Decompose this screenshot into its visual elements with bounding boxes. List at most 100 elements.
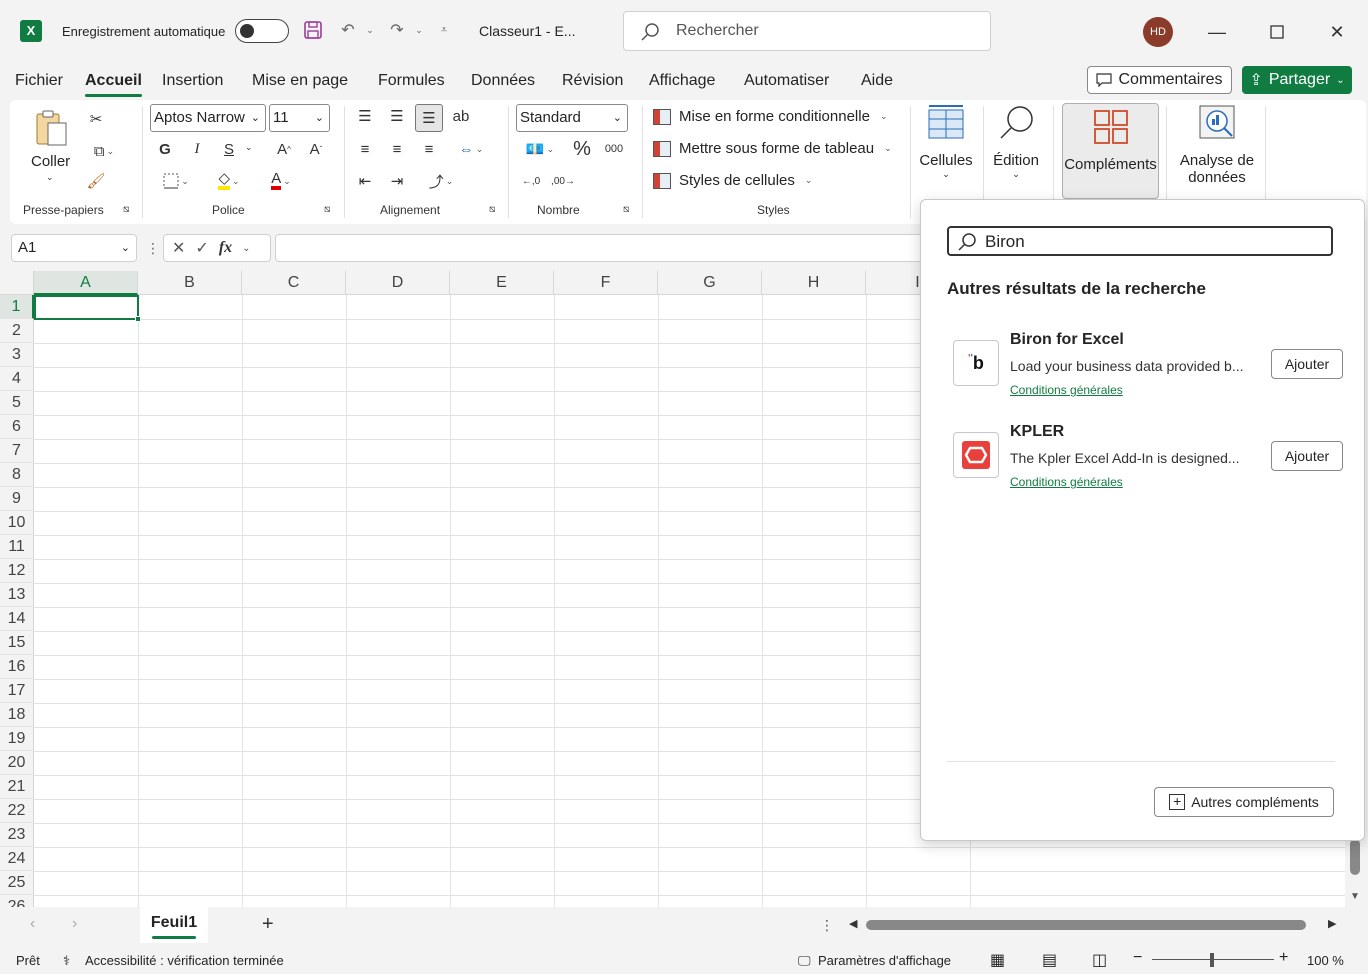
column-header-a[interactable]: A: [34, 271, 138, 295]
row-header-18[interactable]: 18: [0, 703, 34, 727]
orientation-icon[interactable]: ⤴ ⌄: [422, 170, 460, 192]
row-header-1[interactable]: 1: [0, 295, 34, 319]
currency-icon[interactable]: 💶 ⌄: [518, 138, 562, 160]
row-header-10[interactable]: 10: [0, 511, 34, 535]
column-header-b[interactable]: B: [138, 271, 242, 295]
bold-button[interactable]: G: [154, 138, 176, 160]
tab-insertion[interactable]: Insertion: [162, 72, 223, 90]
cells-button[interactable]: Cellules ⌄: [918, 104, 974, 180]
more-options-icon[interactable]: ⋮: [820, 917, 834, 934]
scroll-right-icon[interactable]: ▶: [1328, 917, 1336, 930]
row-header-9[interactable]: 9: [0, 487, 34, 511]
comments-button[interactable]: Commentaires: [1087, 66, 1232, 94]
decrease-indent-icon[interactable]: ⇤: [354, 170, 376, 192]
column-header-f[interactable]: F: [554, 271, 658, 295]
italic-button[interactable]: I: [186, 138, 208, 160]
row-header-3[interactable]: 3: [0, 343, 34, 367]
row-header-24[interactable]: 24: [0, 847, 34, 871]
add-sheet-icon[interactable]: +: [262, 913, 274, 936]
undo-dropdown-icon[interactable]: ⌄: [358, 18, 382, 42]
row-header-12[interactable]: 12: [0, 559, 34, 583]
row-header-14[interactable]: 14: [0, 607, 34, 631]
chevron-down-icon[interactable]: ⌄: [242, 243, 250, 254]
align-middle-icon[interactable]: ☰: [386, 104, 408, 128]
row-header-2[interactable]: 2: [0, 319, 34, 343]
minimize-icon[interactable]: —: [1203, 18, 1231, 46]
addin-terms-link[interactable]: Conditions générales: [1010, 383, 1123, 397]
row-header-8[interactable]: 8: [0, 463, 34, 487]
page-layout-icon[interactable]: ▤: [1042, 950, 1057, 970]
search-input[interactable]: Rechercher: [623, 11, 991, 51]
borders-icon[interactable]: ⌄: [154, 170, 198, 192]
percent-icon[interactable]: %: [570, 138, 594, 160]
sheet-tab-feuil1[interactable]: Feuil1: [140, 907, 208, 943]
row-header-4[interactable]: 4: [0, 367, 34, 391]
tab-affichage[interactable]: Affichage: [649, 72, 715, 90]
row-header-7[interactable]: 7: [0, 439, 34, 463]
row-header-20[interactable]: 20: [0, 751, 34, 775]
addins-search-input[interactable]: Biron: [947, 226, 1333, 256]
insert-function-button[interactable]: fx: [219, 239, 232, 257]
align-bottom-icon[interactable]: ☰: [415, 104, 443, 132]
format-painter-icon[interactable]: 🖌: [84, 170, 108, 192]
row-header-11[interactable]: 11: [0, 535, 34, 559]
add-kpler-button[interactable]: Ajouter: [1271, 441, 1343, 471]
row-header-17[interactable]: 17: [0, 679, 34, 703]
column-header-e[interactable]: E: [450, 271, 554, 295]
row-header-19[interactable]: 19: [0, 727, 34, 751]
cell-styles-button[interactable]: Styles de cellules ⌄: [653, 172, 812, 189]
redo-dropdown-icon[interactable]: ⌄: [407, 18, 431, 42]
tab-fichier[interactable]: Fichier: [15, 72, 63, 90]
font-name-select[interactable]: Aptos Narrow ⌄: [150, 104, 266, 132]
column-header-g[interactable]: G: [658, 271, 762, 295]
page-break-icon[interactable]: ◫: [1092, 950, 1107, 970]
name-box[interactable]: A1 ⌄: [11, 234, 137, 262]
column-header-h[interactable]: H: [762, 271, 866, 295]
cancel-icon[interactable]: ✕: [172, 238, 185, 258]
decrease-font-icon[interactable]: Aˇ: [304, 138, 328, 160]
align-left-icon[interactable]: ≡: [354, 138, 376, 160]
align-right-icon[interactable]: ≡: [418, 138, 440, 160]
tab-formules[interactable]: Formules: [378, 72, 445, 90]
underline-dropdown-icon[interactable]: ⌄: [245, 142, 253, 153]
paste-dropdown-icon[interactable]: ⌄: [46, 172, 54, 183]
tab-accueil[interactable]: Accueil: [85, 72, 142, 97]
zoom-slider-thumb[interactable]: [1210, 953, 1214, 967]
thousands-separator-button[interactable]: 000: [602, 138, 626, 160]
next-sheet-icon[interactable]: ›: [72, 915, 77, 933]
prev-sheet-icon[interactable]: ‹: [30, 915, 35, 933]
row-header-6[interactable]: 6: [0, 415, 34, 439]
tab-donnees[interactable]: Données: [471, 72, 535, 90]
zoom-out-icon[interactable]: −: [1133, 949, 1142, 967]
increase-indent-icon[interactable]: ⇥: [386, 170, 408, 192]
tab-revision[interactable]: Révision: [562, 72, 623, 90]
paste-label[interactable]: Coller: [31, 153, 70, 170]
more-options-icon[interactable]: ⋮: [146, 240, 160, 257]
wrap-text-icon[interactable]: ab: [450, 104, 472, 128]
avatar[interactable]: HD: [1143, 17, 1173, 47]
alignment-launcher-icon[interactable]: ⧅: [489, 204, 495, 215]
column-header-c[interactable]: C: [242, 271, 346, 295]
close-icon[interactable]: ✕: [1323, 18, 1351, 46]
merge-center-icon[interactable]: ⇔ ⌄: [450, 138, 492, 160]
paste-icon[interactable]: [32, 108, 72, 148]
font-launcher-icon[interactable]: ⧅: [324, 204, 330, 215]
scroll-down-icon[interactable]: ▼: [1350, 891, 1360, 902]
display-settings-icon[interactable]: 🖵: [798, 953, 811, 969]
save-icon[interactable]: [301, 18, 325, 42]
tab-mise-en-page[interactable]: Mise en page: [252, 72, 348, 90]
maximize-icon[interactable]: [1263, 18, 1291, 46]
row-header-15[interactable]: 15: [0, 631, 34, 655]
font-color-icon[interactable]: A ⌄: [260, 170, 302, 192]
number-format-select[interactable]: Standard ⌄: [516, 104, 628, 132]
redo-icon[interactable]: ↷: [385, 18, 409, 42]
customize-toolbar-icon[interactable]: ⩡: [432, 18, 456, 42]
fill-handle[interactable]: [135, 316, 141, 322]
number-launcher-icon[interactable]: ⧅: [623, 204, 629, 215]
increase-decimal-icon[interactable]: ←,0: [518, 170, 544, 192]
row-header-21[interactable]: 21: [0, 775, 34, 799]
share-button[interactable]: ⇪ Partager ⌄: [1242, 66, 1352, 94]
accessibility-status[interactable]: Accessibilité : vérification terminée: [85, 953, 284, 968]
row-header-16[interactable]: 16: [0, 655, 34, 679]
zoom-level[interactable]: 100 %: [1307, 953, 1344, 968]
